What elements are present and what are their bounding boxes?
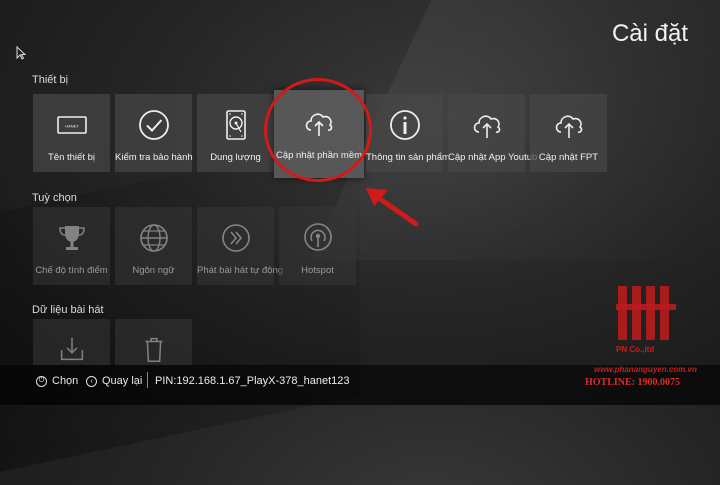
section-label-options: Tuỳ chọn <box>32 192 77 204</box>
back-arrow-icon: ‹ <box>86 375 97 387</box>
footer-back-label: Quay lại <box>102 375 143 387</box>
page-title: Cài đặt <box>611 20 688 47</box>
tile-language[interactable]: Ngôn ngữ <box>115 207 192 285</box>
tile-label: Dung lượng <box>210 152 261 163</box>
device-badge-text: HANET <box>65 124 79 129</box>
footer-separator <box>147 372 148 388</box>
tile-label: Thông tin sản phẩm <box>366 152 450 163</box>
tile-label: Cập nhật App Youtub <box>448 152 538 163</box>
hotspot-icon <box>303 223 332 251</box>
tile-label: Phát bài hát tự động <box>197 265 284 276</box>
company-logo <box>616 286 676 340</box>
hard-drive-icon <box>225 110 246 140</box>
tile-label: Cập nhật FPT <box>538 152 599 163</box>
footer-select-button[interactable]: ⏻ Chọn <box>36 375 78 387</box>
tile-autoplay[interactable]: Phát bài hát tự động <box>197 207 284 285</box>
trophy-icon <box>58 226 85 250</box>
globe-icon <box>139 224 168 252</box>
company-name: PN Co.,ltd <box>616 345 655 354</box>
trash-icon <box>145 337 162 362</box>
footer-back-button[interactable]: ‹ Quay lại <box>86 375 142 387</box>
pin-info: PIN:192.168.1.67_PlayX-378_hanet123 <box>155 375 350 387</box>
tile-warranty-check[interactable]: Kiểm tra bảo hành <box>115 94 193 172</box>
mouse-cursor-icon <box>16 46 26 60</box>
tile-storage[interactable]: Dung lượng <box>197 94 274 172</box>
tile-label: Hotspot <box>301 265 334 276</box>
tile-hotspot[interactable]: Hotspot <box>279 207 356 285</box>
power-icon: ⏻ <box>36 375 47 387</box>
tile-song-delete[interactable] <box>115 319 192 365</box>
cloud-upload-icon <box>555 115 582 138</box>
tile-label: Kiểm tra bảo hành <box>115 152 193 163</box>
tile-label: Chế độ tính điểm <box>35 265 108 276</box>
footer-select-label: Chọn <box>52 375 79 387</box>
tile-device-name[interactable]: HANET Tên thiết bị <box>33 94 110 172</box>
double-chevron-icon <box>221 224 250 252</box>
download-icon <box>60 337 83 361</box>
tile-label: Tên thiết bị <box>48 152 95 163</box>
tile-scoring-mode[interactable]: Chế độ tính điểm <box>33 207 110 285</box>
tile-software-update[interactable]: Cập nhật phần mềm <box>274 90 364 178</box>
section-label-song-data: Dữ liệu bài hát <box>32 304 104 316</box>
red-arrow-icon <box>366 188 419 227</box>
tile-product-info[interactable]: Thông tin sản phẩm <box>366 94 450 172</box>
tile-label: Ngôn ngữ <box>132 265 175 276</box>
tile-label: Cập nhật phần mềm <box>275 150 363 161</box>
tile-song-download[interactable] <box>33 319 110 365</box>
company-website: www.phananguyen.com.vn <box>594 365 697 374</box>
tile-youtube-update[interactable]: Cập nhật App Youtub <box>448 94 538 172</box>
checkmark-icon <box>138 110 169 140</box>
cloud-upload-icon <box>305 113 333 136</box>
section-label-device: Thiết bị <box>32 74 69 86</box>
device-icon: HANET <box>56 116 87 134</box>
info-icon <box>389 110 420 140</box>
cloud-upload-icon <box>473 115 500 138</box>
company-hotline: HOTLINE: 1900.0075 <box>585 377 681 388</box>
tile-fpt-update[interactable]: Cập nhật FPT <box>530 94 607 172</box>
